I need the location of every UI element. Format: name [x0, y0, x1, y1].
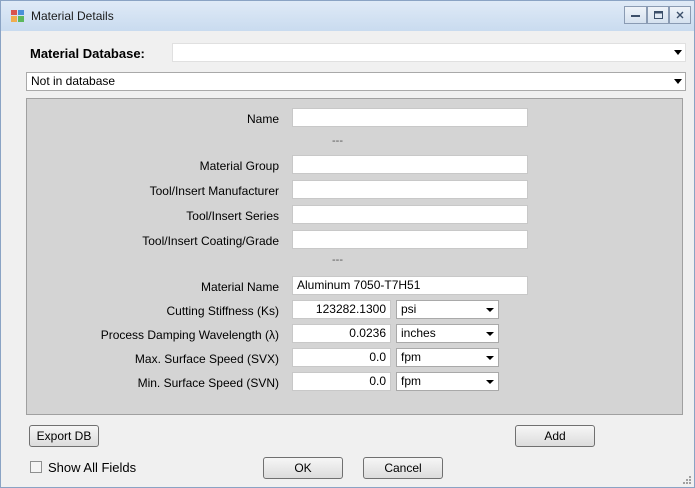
- add-button[interactable]: Add: [515, 425, 595, 447]
- cutting-stiffness-field[interactable]: 123282.1300: [292, 300, 391, 319]
- database-source-dropdown[interactable]: Not in database: [26, 72, 686, 91]
- chevron-down-icon: [486, 380, 494, 384]
- damping-label: Process Damping Wavelength (λ): [100, 328, 279, 342]
- material-database-dropdown[interactable]: [172, 43, 686, 62]
- max-speed-label: Max. Surface Speed (SVX): [134, 352, 279, 366]
- fields-panel: [26, 98, 683, 415]
- cancel-button[interactable]: Cancel: [363, 457, 443, 479]
- unit-value: fpm: [401, 350, 422, 364]
- title-bar: Material Details: [1, 1, 694, 31]
- separator: ---: [332, 135, 343, 147]
- database-source-value: Not in database: [31, 74, 116, 88]
- damping-field[interactable]: 0.0236: [292, 324, 391, 343]
- material-database-label: Material Database:: [30, 46, 145, 61]
- material-group-label: Material Group: [199, 159, 279, 173]
- chevron-down-icon: [486, 356, 494, 360]
- minimize-icon[interactable]: [624, 6, 647, 24]
- unit-value: fpm: [401, 374, 422, 388]
- close-icon[interactable]: [669, 6, 691, 24]
- material-details-window: Material Details Material Database: Not …: [0, 0, 695, 488]
- resize-grip-icon[interactable]: [683, 476, 691, 484]
- unit-value: psi: [401, 302, 417, 316]
- chevron-down-icon: [486, 332, 494, 336]
- chevron-down-icon: [486, 308, 494, 312]
- max-speed-field[interactable]: 0.0: [292, 348, 391, 367]
- app-icon: [11, 10, 24, 22]
- manufacturer-label: Tool/Insert Manufacturer: [149, 184, 279, 198]
- series-label: Tool/Insert Series: [186, 209, 279, 223]
- ok-button[interactable]: OK: [263, 457, 343, 479]
- chevron-down-icon: [674, 79, 682, 84]
- material-name-label: Material Name: [200, 280, 279, 294]
- min-speed-field[interactable]: 0.0: [292, 372, 391, 391]
- min-speed-label: Min. Surface Speed (SVN): [137, 376, 279, 390]
- window-title: Material Details: [31, 9, 114, 23]
- show-all-fields-checkbox[interactable]: [30, 461, 42, 473]
- unit-value: inches: [401, 326, 436, 340]
- name-field[interactable]: [292, 108, 528, 127]
- series-field[interactable]: [292, 205, 528, 224]
- min-speed-unit-dropdown[interactable]: fpm: [396, 372, 499, 391]
- coating-field[interactable]: [292, 230, 528, 249]
- name-label: Name: [246, 112, 279, 126]
- max-speed-unit-dropdown[interactable]: fpm: [396, 348, 499, 367]
- cutting-stiffness-label: Cutting Stiffness (Ks): [166, 304, 280, 318]
- separator: ---: [332, 254, 343, 266]
- cutting-stiffness-unit-dropdown[interactable]: psi: [396, 300, 499, 319]
- export-db-button[interactable]: Export DB: [29, 425, 99, 447]
- maximize-icon[interactable]: [647, 6, 669, 24]
- material-name-field[interactable]: Aluminum 7050-T7H51: [292, 276, 528, 295]
- material-group-field[interactable]: [292, 155, 528, 174]
- show-all-fields-label: Show All Fields: [48, 460, 137, 475]
- manufacturer-field[interactable]: [292, 180, 528, 199]
- damping-unit-dropdown[interactable]: inches: [396, 324, 499, 343]
- coating-label: Tool/Insert Coating/Grade: [142, 234, 279, 248]
- chevron-down-icon: [674, 50, 682, 55]
